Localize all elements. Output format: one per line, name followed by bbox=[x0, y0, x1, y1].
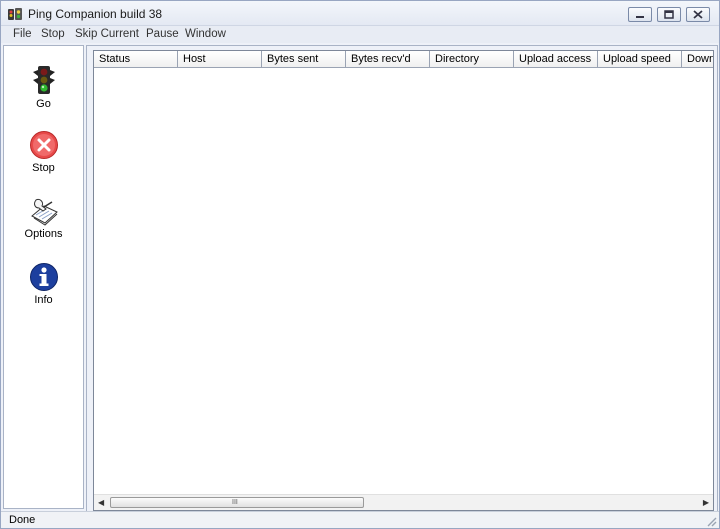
column-upload-access[interactable]: Upload access bbox=[514, 51, 598, 68]
go-label: Go bbox=[36, 98, 51, 110]
stop-label: Stop bbox=[32, 162, 55, 174]
status-bar: Done bbox=[1, 511, 719, 528]
scrollbar-thumb[interactable]: III bbox=[110, 497, 364, 508]
scroll-right-arrow-icon[interactable]: ▶ bbox=[703, 498, 709, 507]
window-title: Ping Companion build 38 bbox=[28, 7, 163, 21]
menu-file[interactable]: File bbox=[13, 28, 32, 40]
app-icon bbox=[7, 6, 23, 22]
minimize-button[interactable] bbox=[628, 7, 652, 22]
title-bar[interactable]: Ping Companion build 38 bbox=[1, 1, 719, 26]
status-text: Done bbox=[9, 514, 36, 526]
menu-pause[interactable]: Pause bbox=[146, 28, 179, 40]
menu-bar: File Stop Skip Current Pause Window bbox=[1, 26, 719, 43]
column-bytes-sent[interactable]: Bytes sent bbox=[262, 51, 346, 68]
stop-x-icon bbox=[29, 131, 58, 159]
scroll-grip: III bbox=[232, 499, 238, 506]
options-label: Options bbox=[24, 228, 63, 240]
info-button[interactable]: Info bbox=[4, 262, 83, 318]
close-button[interactable] bbox=[686, 7, 710, 22]
maximize-button[interactable] bbox=[657, 7, 681, 22]
stop-button[interactable]: Stop bbox=[4, 130, 83, 186]
column-upload-speed[interactable]: Upload speed bbox=[598, 51, 682, 68]
column-host[interactable]: Host bbox=[178, 51, 262, 68]
info-label: Info bbox=[34, 294, 53, 306]
traffic-light-icon bbox=[32, 66, 55, 94]
options-button[interactable]: Options bbox=[4, 196, 83, 252]
column-bytes-recvd[interactable]: Bytes recv'd bbox=[346, 51, 430, 68]
menu-skip-current[interactable]: Skip Current bbox=[75, 28, 139, 40]
info-icon bbox=[29, 263, 58, 291]
options-hand-icon bbox=[30, 199, 58, 226]
resize-grip-icon[interactable] bbox=[705, 515, 717, 527]
app-window: Ping Companion build 38 File Stop Skip C… bbox=[0, 0, 720, 529]
connection-list[interactable]: Status Host Bytes sent Bytes recv'd Dire… bbox=[93, 50, 714, 511]
left-toolbar: Go Stop Options Info bbox=[3, 45, 84, 509]
column-directory[interactable]: Directory bbox=[430, 51, 514, 68]
menu-window[interactable]: Window bbox=[185, 28, 226, 40]
column-status[interactable]: Status bbox=[94, 51, 178, 68]
list-header: Status Host Bytes sent Bytes recv'd Dire… bbox=[94, 51, 713, 68]
scroll-left-arrow-icon[interactable]: ◀ bbox=[98, 498, 104, 507]
go-button[interactable]: Go bbox=[4, 64, 83, 120]
horizontal-scrollbar[interactable]: ◀ III ▶ bbox=[94, 494, 713, 510]
menu-stop[interactable]: Stop bbox=[41, 28, 65, 40]
column-download[interactable]: Down bbox=[682, 51, 713, 68]
